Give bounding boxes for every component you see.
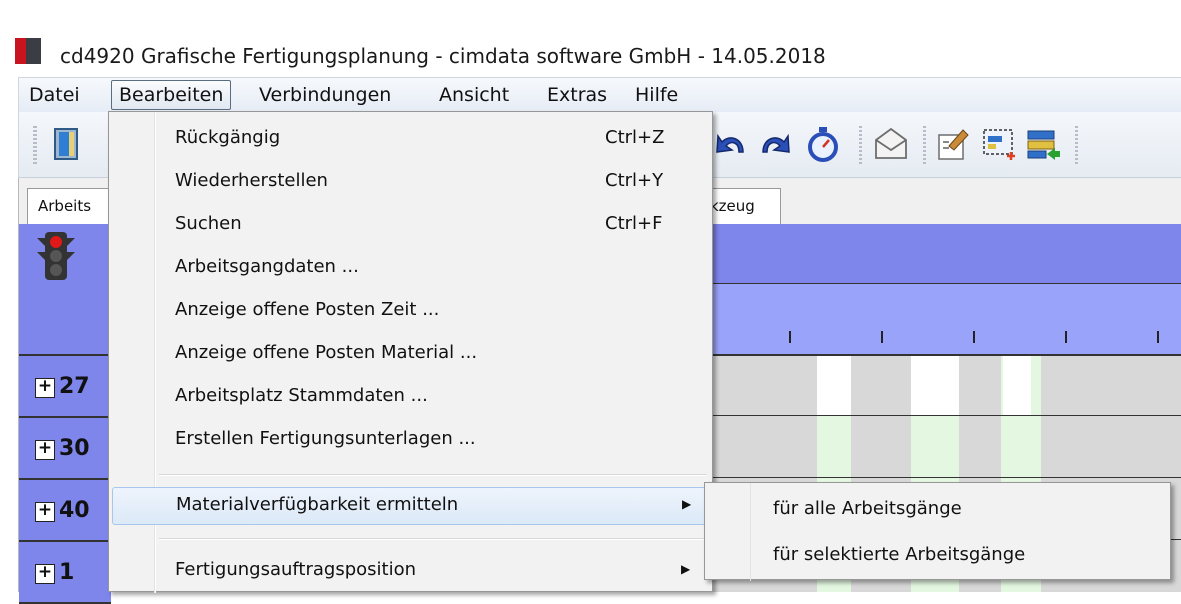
menu-datei[interactable]: Datei [29, 84, 80, 106]
shortcut-label: Ctrl+Y [605, 170, 664, 191]
envelope-icon[interactable] [873, 126, 909, 162]
menu-separator [159, 474, 707, 476]
menu-item-label: Wiederherstellen [175, 170, 328, 191]
menu-item-fertigungsauftragsposition[interactable]: Fertigungsauftragsposition ▶ [109, 553, 712, 591]
title-bar: cd4920 Grafische Fertigungsplanung - cim… [0, 14, 1181, 76]
material-submenu: für alle Arbeitsgänge für selektierte Ar… [704, 482, 1171, 581]
properties-icon[interactable] [935, 126, 971, 162]
resource-row[interactable]: + 30 [19, 420, 111, 480]
timeline-tick [789, 331, 791, 343]
toolbar-separator [923, 126, 926, 166]
shortcut-label: Ctrl+F [605, 213, 663, 234]
menu-separator [159, 538, 707, 540]
submenu-item-selektierte-arbeitsgaenge[interactable]: für selektierte Arbeitsgänge [705, 535, 1170, 575]
menu-item-label: Suchen [175, 213, 242, 234]
resource-row[interactable]: + 27 [19, 358, 111, 418]
resource-id: 40 [59, 498, 90, 523]
transfer-icon[interactable] [1025, 126, 1061, 162]
stopwatch-icon[interactable] [805, 126, 841, 162]
menu-item-label: Materialverfügbarkeit ermitteln [176, 494, 459, 515]
menu-item-label: Rückgängig [175, 127, 281, 148]
resource-id: 27 [59, 374, 90, 399]
menu-item-label: Arbeitsplatz Stammdaten ... [175, 385, 428, 406]
shortcut-label: Ctrl+Z [605, 127, 665, 148]
edit-menu-dropdown: Rückgängig Ctrl+Z Wiederherstellen Ctrl+… [108, 111, 713, 593]
toolbar-separator [1075, 126, 1078, 166]
menu-item-fertigungsunterlagen[interactable]: Erstellen Fertigungsunterlagen ... [109, 422, 712, 460]
resource-id: 30 [59, 436, 90, 461]
menu-item-offene-posten-zeit[interactable]: Anzeige offene Posten Zeit ... [109, 293, 712, 331]
menu-item-search[interactable]: Suchen Ctrl+F [109, 207, 712, 245]
menu-extras[interactable]: Extras [547, 84, 607, 106]
menu-item-label: Erstellen Fertigungsunterlagen ... [175, 428, 476, 449]
menu-item-arbeitsgangdaten[interactable]: Arbeitsgangdaten ... [109, 250, 712, 288]
menu-item-label: Anzeige offene Posten Zeit ... [175, 299, 440, 320]
expand-icon[interactable]: + [35, 564, 55, 584]
menu-item-label: Fertigungsauftragsposition [175, 559, 416, 580]
expand-icon[interactable]: + [35, 378, 55, 398]
tab-arbeitsplaetze[interactable]: Arbeits [27, 188, 117, 224]
submenu-arrow-icon: ▶ [682, 497, 692, 511]
toolbar-separator [859, 126, 862, 166]
submenu-item-alle-arbeitsgaenge[interactable]: für alle Arbeitsgänge [705, 489, 1170, 529]
select-area-icon[interactable] [981, 126, 1017, 162]
undo-icon[interactable] [713, 126, 749, 162]
resource-row[interactable]: + 40 [19, 482, 111, 542]
timeline-tick [973, 331, 975, 343]
resource-pane: + 27 + 30 + 40 + 1 [19, 224, 111, 604]
menu-item-arbeitsplatz-stammdaten[interactable]: Arbeitsplatz Stammdaten ... [109, 379, 712, 417]
traffic-light-icon [37, 232, 75, 280]
timeline-tick [1065, 331, 1067, 343]
expand-icon[interactable]: + [35, 440, 55, 460]
toolbar-grip[interactable] [33, 126, 37, 166]
menu-item-offene-posten-material[interactable]: Anzeige offene Posten Material ... [109, 336, 712, 374]
timeline-tick [1157, 331, 1159, 343]
window-title: cd4920 Grafische Fertigungsplanung - cim… [60, 44, 826, 68]
menu-item-label: Arbeitsgangdaten ... [175, 256, 359, 277]
menu-item-label: Anzeige offene Posten Material ... [175, 342, 478, 363]
menu-item-materialverfuegbarkeit[interactable]: Materialverfügbarkeit ermitteln ▶ [112, 487, 709, 525]
menu-ansicht[interactable]: Ansicht [439, 84, 509, 106]
menu-item-label: für alle Arbeitsgänge [773, 498, 962, 519]
resource-header [19, 224, 111, 356]
app-logo-icon [15, 38, 41, 64]
menu-verbindungen[interactable]: Verbindungen [259, 84, 391, 106]
exit-door-icon[interactable] [49, 126, 85, 162]
resource-row[interactable]: + 1 [19, 544, 111, 604]
redo-icon[interactable] [757, 126, 793, 162]
expand-icon[interactable]: + [35, 502, 55, 522]
menu-bearbeiten[interactable]: Bearbeiten [111, 80, 232, 110]
menu-hilfe[interactable]: Hilfe [635, 84, 678, 106]
menu-bar: Datei Bearbeiten Verbindungen Ansicht Ex… [18, 77, 1181, 112]
submenu-arrow-icon: ▶ [681, 562, 691, 576]
menu-item-label: für selektierte Arbeitsgänge [773, 544, 1026, 565]
menu-item-redo[interactable]: Wiederherstellen Ctrl+Y [109, 164, 712, 202]
resource-id: 1 [59, 560, 75, 585]
timeline-tick [881, 331, 883, 343]
menu-item-undo[interactable]: Rückgängig Ctrl+Z [109, 121, 712, 159]
